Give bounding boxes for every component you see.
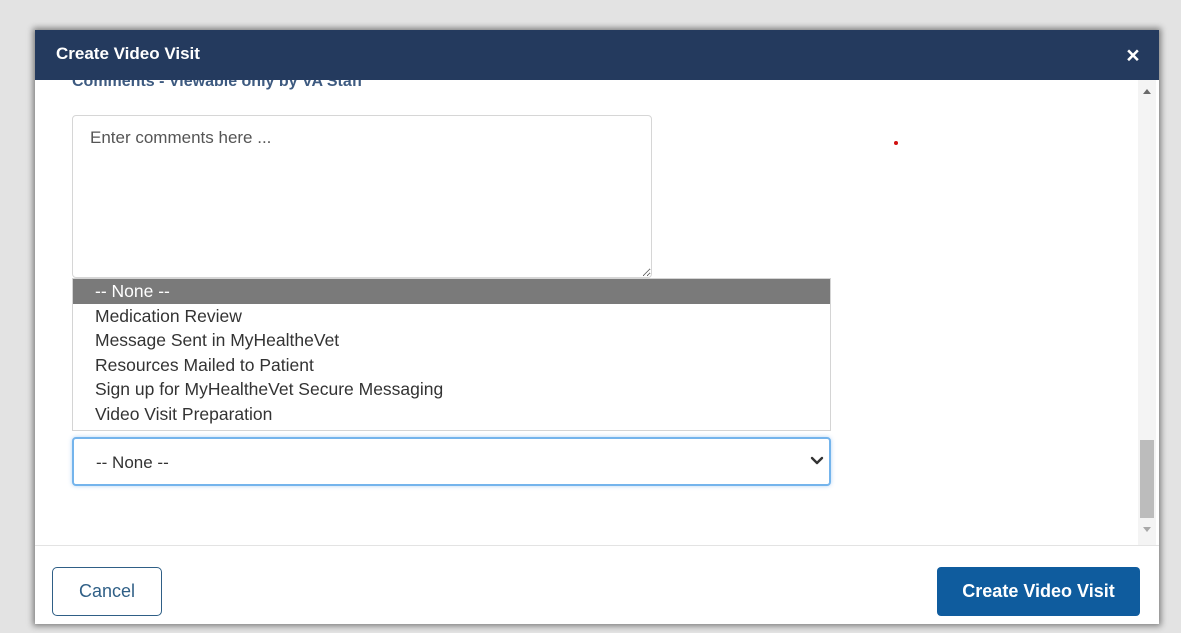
dropdown-option-video-visit-prep[interactable]: Video Visit Preparation [73, 402, 830, 427]
template-dropdown-list: -- None -- Medication Review Message Sen… [72, 278, 831, 431]
comments-label: Comments - Viewable only by VA Staff [72, 80, 363, 90]
template-select-value: -- None -- [96, 453, 169, 472]
dropdown-option-none[interactable]: -- None -- [73, 279, 830, 304]
dialog-title: Create Video Visit [56, 44, 200, 63]
dialog-header: Create Video Visit × [35, 30, 1159, 80]
dropdown-option-secure-messaging[interactable]: Sign up for MyHealtheVet Secure Messagin… [73, 377, 830, 402]
scroll-up-arrow-icon[interactable] [1143, 89, 1151, 94]
create-video-visit-dialog: Create Video Visit × Comments - Viewable… [35, 30, 1159, 624]
chevron-down-icon [810, 456, 824, 465]
close-icon[interactable]: × [1122, 43, 1144, 67]
dialog-footer: Cancel Create Video Visit [35, 545, 1159, 624]
body-scrollbar[interactable] [1138, 80, 1156, 545]
dropdown-option-message-sent[interactable]: Message Sent in MyHealtheVet [73, 328, 830, 353]
scroll-down-arrow-icon[interactable] [1143, 527, 1151, 532]
template-select[interactable]: -- None -- [72, 437, 831, 486]
red-dot-marker [894, 141, 898, 145]
scrollbar-thumb[interactable] [1140, 440, 1154, 518]
cancel-button[interactable]: Cancel [52, 567, 162, 616]
dropdown-option-resources-mailed[interactable]: Resources Mailed to Patient [73, 353, 830, 378]
dialog-body: Comments - Viewable only by VA Staff -- … [35, 80, 1159, 545]
create-video-visit-button[interactable]: Create Video Visit [937, 567, 1140, 616]
comments-textarea[interactable] [72, 115, 652, 278]
dropdown-option-medication-review[interactable]: Medication Review [73, 304, 830, 329]
